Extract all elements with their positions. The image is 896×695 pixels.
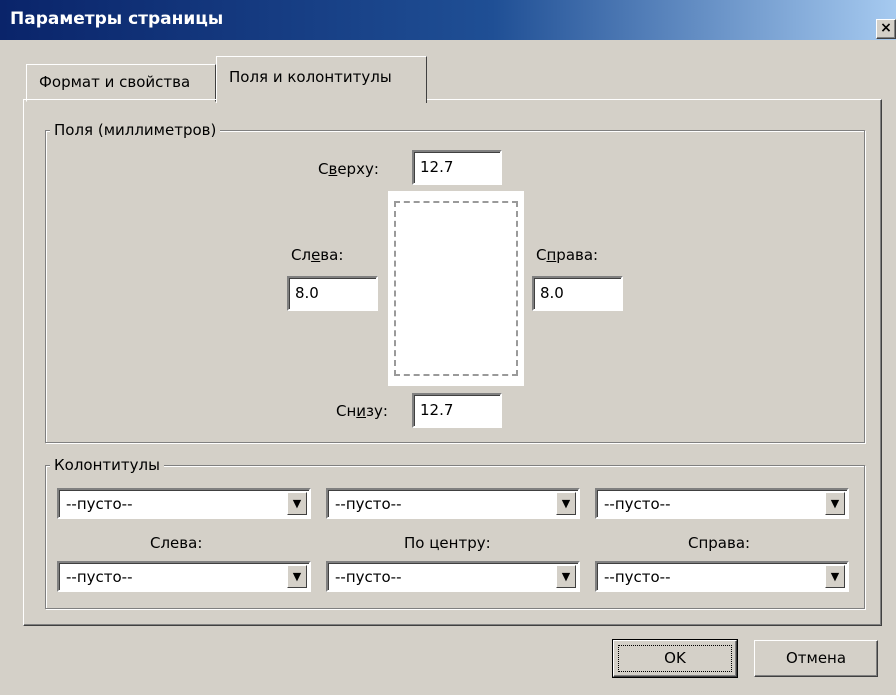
footer-center-value: --пусто-- <box>335 568 402 586</box>
column-label-right: Справа: <box>688 534 751 552</box>
footer-left-select[interactable]: --пусто-- ▼ <box>57 561 311 592</box>
window-title: Параметры страницы <box>10 9 224 29</box>
dropdown-arrow-icon[interactable]: ▼ <box>287 565 307 588</box>
header-right-value: --пусто-- <box>604 495 671 513</box>
header-right-select[interactable]: --пусто-- ▼ <box>595 488 849 519</box>
left-margin-input[interactable]: 8.0 <box>287 276 378 311</box>
dropdown-arrow-icon[interactable]: ▼ <box>825 492 845 515</box>
header-center-value: --пусто-- <box>335 495 402 513</box>
left-margin-label: Слева: <box>291 246 344 264</box>
tab-format-properties[interactable]: Формат и свойства <box>26 64 216 102</box>
top-margin-label: Сверху: <box>318 160 379 178</box>
margins-group-title: Поля (миллиметров) <box>50 121 221 139</box>
page-preview <box>388 191 524 386</box>
header-center-select[interactable]: --пусто-- ▼ <box>326 488 580 519</box>
cancel-button[interactable]: Отмена <box>754 640 878 677</box>
close-button[interactable]: × <box>876 19 896 39</box>
footer-right-select[interactable]: --пусто-- ▼ <box>595 561 849 592</box>
dropdown-arrow-icon[interactable]: ▼ <box>556 565 576 588</box>
dropdown-arrow-icon[interactable]: ▼ <box>287 492 307 515</box>
header-left-select[interactable]: --пусто-- ▼ <box>57 488 311 519</box>
ok-button[interactable]: OK <box>612 639 738 678</box>
focus-rect <box>618 645 732 672</box>
footer-center-select[interactable]: --пусто-- ▼ <box>326 561 580 592</box>
dropdown-arrow-icon[interactable]: ▼ <box>825 565 845 588</box>
tab-margins-headers[interactable]: Поля и колонтитулы <box>216 56 427 103</box>
header-left-value: --пусто-- <box>66 495 133 513</box>
dropdown-arrow-icon[interactable]: ▼ <box>556 492 576 515</box>
title-bar[interactable]: Параметры страницы <box>0 0 896 40</box>
column-label-center: По центру: <box>404 534 491 552</box>
right-margin-input[interactable]: 8.0 <box>532 276 623 311</box>
column-label-left: Слева: <box>150 534 203 552</box>
footer-right-value: --пусто-- <box>604 568 671 586</box>
bottom-margin-label: Снизу: <box>336 402 388 420</box>
footer-left-value: --пусто-- <box>66 568 133 586</box>
page-margin-outline <box>394 201 518 376</box>
headers-group-title: Колонтитулы <box>50 456 164 474</box>
top-margin-input[interactable]: 12.7 <box>412 150 502 185</box>
bottom-margin-input[interactable]: 12.7 <box>412 393 502 428</box>
right-margin-label: Справа: <box>536 246 599 264</box>
